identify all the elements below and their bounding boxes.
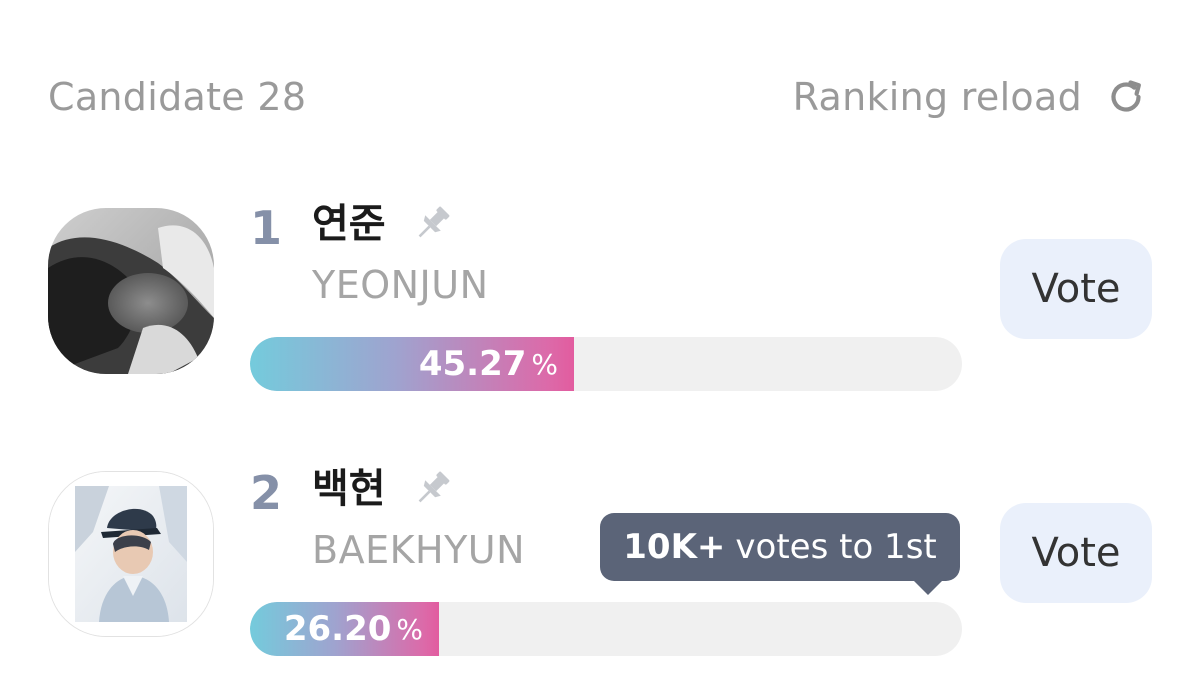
rank-number: 1 xyxy=(250,201,283,255)
candidate-name-english: BAEKHYUN xyxy=(312,528,526,572)
candidate-name-english: YEONJUN xyxy=(312,263,489,307)
vote-share-value: 26.20 xyxy=(283,609,392,649)
votes-to-first-tooltip: 10K+ votes to 1st xyxy=(600,513,960,595)
candidate-count: Candidate 28 xyxy=(48,75,307,119)
tooltip-text: votes to 1st xyxy=(735,527,937,567)
vote-button[interactable]: Vote xyxy=(1000,503,1152,603)
vote-share-fill: 26.20 % xyxy=(250,602,439,656)
ranking-page: Candidate 28 Ranking reload 1 연준 YEONJUN… xyxy=(0,0,1200,695)
candidate-row: 2 백현 BAEKHYUN 10K+ votes to 1st 26.20 % xyxy=(0,455,1200,656)
ranking-reload-button[interactable]: Ranking reload xyxy=(793,72,1148,122)
vote-share-value: 45.27 xyxy=(418,344,527,384)
tooltip-vote-gap: 10K+ xyxy=(623,527,726,567)
vote-share-bar: 26.20 % xyxy=(250,602,962,656)
vote-share-bar: 45.27 % xyxy=(250,337,962,391)
pin-icon[interactable] xyxy=(410,200,456,246)
avatar xyxy=(48,471,214,637)
vote-share-fill: 45.27 % xyxy=(250,337,574,391)
vote-button[interactable]: Vote xyxy=(1000,239,1152,339)
tooltip-arrow xyxy=(914,581,942,595)
pin-icon[interactable] xyxy=(410,465,456,511)
vote-share-unit: % xyxy=(531,348,558,381)
candidate-name-korean: 백현 xyxy=(312,466,386,512)
rank-number: 2 xyxy=(250,466,283,520)
candidate-row: 1 연준 YEONJUN 45.27 % Vote xyxy=(0,190,1200,391)
avatar xyxy=(48,208,214,374)
candidate-name-korean: 연준 xyxy=(312,201,386,247)
ranking-reload-label: Ranking reload xyxy=(792,75,1082,119)
refresh-icon[interactable] xyxy=(1104,75,1148,119)
vote-share-unit: % xyxy=(396,613,423,646)
